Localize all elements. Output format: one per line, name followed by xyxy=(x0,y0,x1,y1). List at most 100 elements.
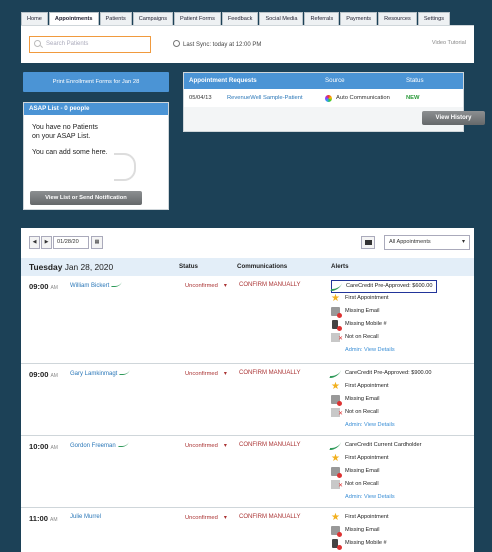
patient-name-link[interactable]: William Bickert xyxy=(70,282,123,289)
carecredit-icon xyxy=(111,282,123,287)
time-ampm: AM xyxy=(50,445,58,451)
request-row[interactable]: 05/04/13 RevenueWell Sample-Patient Auto… xyxy=(184,95,463,107)
admin-view-details-link[interactable]: Admin: View Details xyxy=(331,492,421,505)
printer-icon[interactable] xyxy=(361,236,375,249)
appointment-time: 10:00 AM xyxy=(29,442,58,451)
time-value: 09:00 xyxy=(29,282,49,291)
admin-view-details-link[interactable]: Admin: View Details xyxy=(331,345,437,358)
tab-campaigns[interactable]: Campaigns xyxy=(132,12,174,25)
calendar-panel: ◀ ▶ 01/28/20 ▦ All Appointments Tuesday … xyxy=(21,228,474,552)
patient-name-link[interactable]: Gary Lamkinmagt xyxy=(70,370,131,377)
request-patient-link[interactable]: RevenueWell Sample-Patient xyxy=(227,95,303,101)
view-list-button[interactable]: View List or Send Notification xyxy=(30,191,142,205)
alert-text: Missing Mobile # xyxy=(345,540,387,546)
search-placeholder: Search Patients xyxy=(46,41,89,47)
confirm-manually-link[interactable]: CONFIRM MANUALLY xyxy=(239,282,301,288)
communications-column-header: Communications xyxy=(237,263,288,270)
appointment-time: 09:00 AM xyxy=(29,282,58,291)
alert-item: Missing Email xyxy=(331,306,437,319)
alert-item: CareCredit Pre-Approved: $900.00 xyxy=(329,368,432,381)
patient-name-link[interactable]: Gordon Freeman xyxy=(70,442,129,449)
tab-payments[interactable]: Payments xyxy=(340,12,378,25)
time-ampm: AM xyxy=(50,373,58,379)
request-source: Auto Communication xyxy=(336,95,390,101)
alert-item: ★ First Appointment xyxy=(331,381,431,394)
chevron-down-icon: ▾ xyxy=(223,283,227,289)
star-icon: ★ xyxy=(331,293,340,304)
patient-name: William Bickert xyxy=(70,283,110,289)
carecredit-icon xyxy=(329,441,342,450)
alert-text: First Appointment xyxy=(345,514,389,520)
appointment-row: 10:00 AM Gordon Freeman Unconfirmed ▾ CONF… xyxy=(21,436,474,508)
view-history-button[interactable]: View History xyxy=(422,111,485,125)
alert-item: CareCredit Pre-Approved: $600.00 xyxy=(330,280,438,293)
alert-text: First Appointment xyxy=(345,455,389,461)
status-dropdown[interactable]: Unconfirmed ▾ xyxy=(185,283,227,289)
time-value: 11:00 xyxy=(29,514,49,523)
calendar-icon[interactable]: ▦ xyxy=(91,236,103,249)
status-value: Unconfirmed xyxy=(185,515,218,521)
missing-email-icon xyxy=(331,467,342,478)
time-value: 09:00 xyxy=(29,370,49,379)
carecredit-icon xyxy=(119,370,131,375)
status-dropdown[interactable]: Unconfirmed ▾ xyxy=(185,371,227,377)
curved-arrow-icon xyxy=(114,153,136,181)
tab-appointments[interactable]: Appointments xyxy=(48,12,99,25)
app-frame: Home Appointments Patients Campaigns Pat… xyxy=(15,0,485,552)
time-value: 10:00 xyxy=(29,442,49,451)
request-status: NEW xyxy=(406,95,420,101)
missing-email-icon xyxy=(331,395,342,406)
appointment-row: 09:00 AM William Bickert Unconfirmed ▾ CON… xyxy=(21,276,474,364)
carecredit-icon xyxy=(117,442,129,447)
confirm-manually-link[interactable]: CONFIRM MANUALLY xyxy=(239,442,301,448)
requests-status-header: Status xyxy=(406,77,424,84)
requests-title: Appointment Requests xyxy=(189,77,257,84)
alerts-list: CareCredit Pre-Approved: $900.00 ★ First … xyxy=(329,368,432,433)
alert-item: Not on Recall xyxy=(331,479,421,492)
carecredit-icon xyxy=(329,369,342,378)
alert-item: Missing Email xyxy=(331,525,389,538)
alert-text: Missing Mobile # xyxy=(345,321,387,327)
request-date: 05/04/13 xyxy=(189,95,212,101)
star-icon: ★ xyxy=(331,453,340,464)
missing-mobile-icon xyxy=(332,320,342,331)
tab-patients[interactable]: Patients xyxy=(99,12,132,25)
alert-item: Not on Recall xyxy=(331,407,431,420)
tab-resources[interactable]: Resources xyxy=(378,12,417,25)
video-tutorial-link[interactable]: Video Tutorial xyxy=(432,40,466,46)
status-column-header: Status xyxy=(179,263,198,270)
confirm-manually-link[interactable]: CONFIRM MANUALLY xyxy=(239,514,301,520)
search-input[interactable]: Search Patients xyxy=(29,36,151,53)
patient-name: Julie Murrel xyxy=(70,514,102,520)
asap-list-panel: ASAP List - 0 people You have no Patient… xyxy=(23,102,169,210)
tab-referrals[interactable]: Referrals xyxy=(304,12,340,25)
status-dropdown[interactable]: Unconfirmed ▾ xyxy=(185,515,227,521)
next-day-button[interactable]: ▶ xyxy=(41,236,52,249)
tab-settings[interactable]: Settings xyxy=(417,12,451,25)
admin-view-details-link[interactable]: Admin: View Details xyxy=(331,420,431,433)
status-dropdown[interactable]: Unconfirmed ▾ xyxy=(185,443,227,449)
confirm-manually-link[interactable]: CONFIRM MANUALLY xyxy=(239,370,301,376)
prev-day-button[interactable]: ◀ xyxy=(29,236,40,249)
date-field[interactable]: 01/28/20 xyxy=(53,236,89,249)
alert-text: Not on Recall xyxy=(345,334,379,340)
day-name: Tuesday xyxy=(29,262,63,272)
tab-feedback[interactable]: Feedback xyxy=(221,12,259,25)
alert-text: First Appointment xyxy=(345,295,389,301)
carecredit-icon xyxy=(330,282,343,291)
patient-name-link[interactable]: Julie Murrel xyxy=(70,514,101,520)
chevron-down-icon: ▾ xyxy=(223,443,227,449)
alert-text: CareCredit Pre-Approved: $900.00 xyxy=(345,370,432,376)
alert-item: Missing Email xyxy=(331,394,431,407)
tab-patient-forms[interactable]: Patient Forms xyxy=(174,12,221,25)
alert-item: Missing Email xyxy=(331,466,421,479)
alert-item: ★ First Appointment xyxy=(331,453,421,466)
alert-item: ★ First Appointment xyxy=(331,512,389,525)
top-bar: Search Patients Last Sync: today at 12:0… xyxy=(21,25,474,63)
appointment-filter-select[interactable]: All Appointments xyxy=(384,235,470,250)
print-enrollment-forms-button[interactable]: Print Enrollment Forms for Jan 28 xyxy=(23,72,169,92)
status-value: Unconfirmed xyxy=(185,283,218,289)
tab-social-media[interactable]: Social Media xyxy=(259,12,304,25)
alert-item: Not on Recall xyxy=(331,332,437,345)
tab-home[interactable]: Home xyxy=(21,12,48,25)
